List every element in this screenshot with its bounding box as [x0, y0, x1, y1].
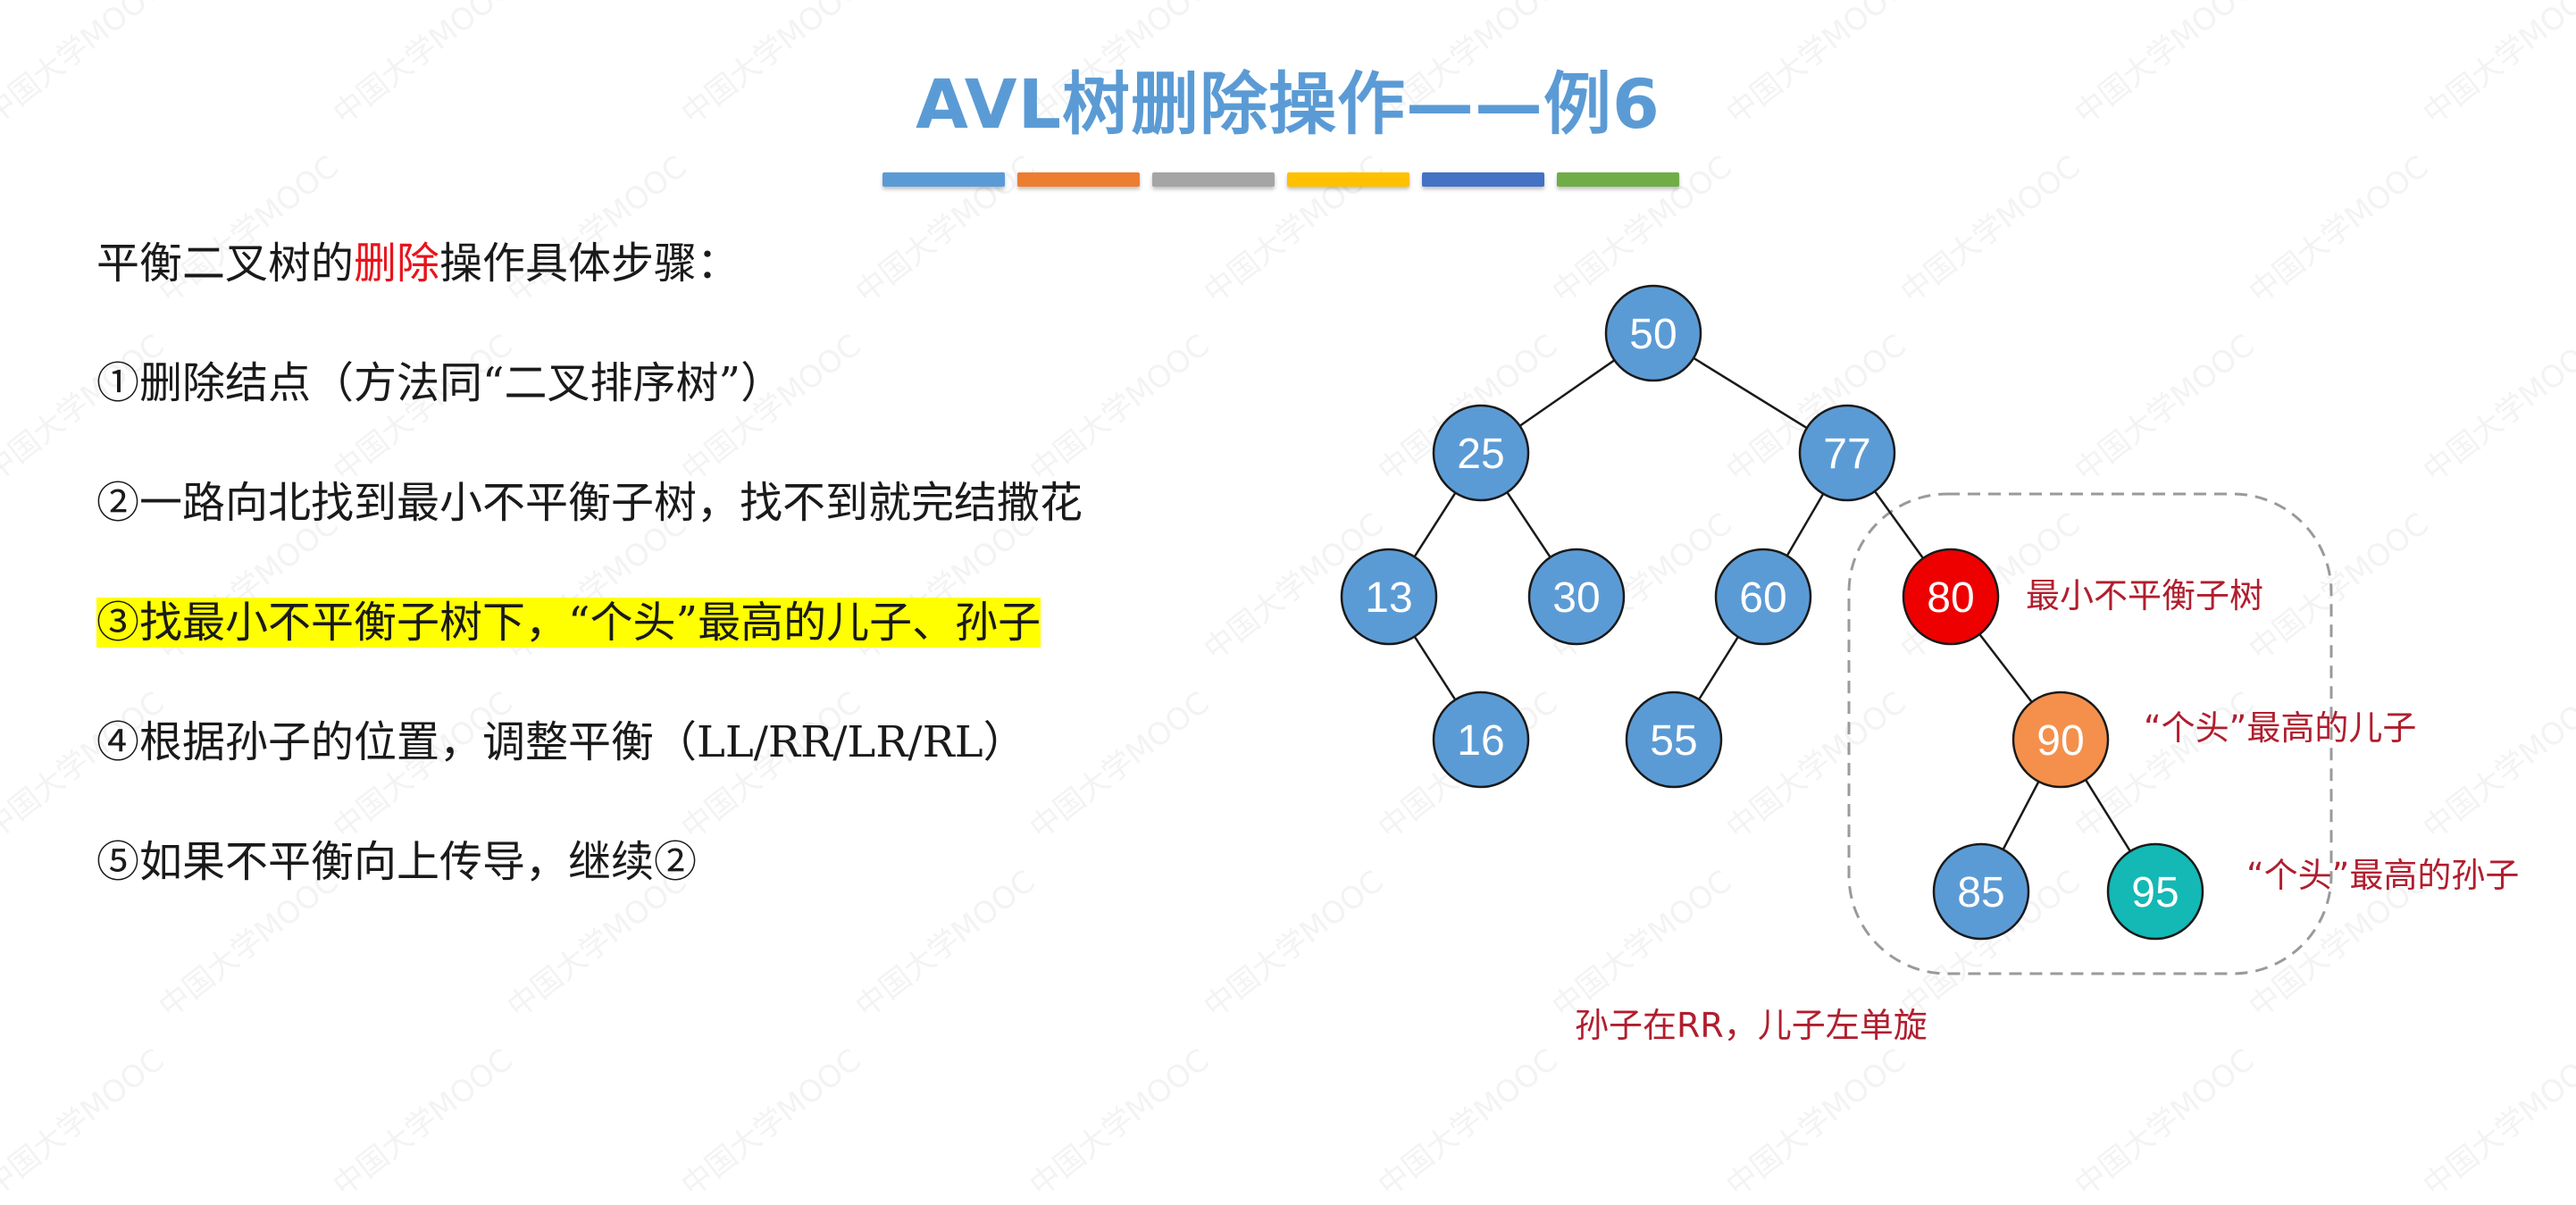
tree-node-50: 50 [1604, 284, 1702, 382]
tree-node-60: 60 [1714, 548, 1812, 646]
tree-node-label: 50 [1629, 311, 1677, 358]
slide: 中国大学MOOC 中国大学MOOC 中国大学MOOC 中国大学MOOC 中国大学MOOC… [0, 0, 2576, 1204]
tree-node-55: 55 [1625, 690, 1723, 789]
annotation-tallest-son: “个头”最高的儿子 [2144, 708, 2417, 748]
tree-node-77: 77 [1798, 404, 1896, 502]
annotation-tallest-grandson: “个头”最高的孙子 [2246, 856, 2520, 895]
tree-node-label: 25 [1457, 431, 1504, 478]
tree-node-label: 95 [2131, 869, 2179, 916]
tree-node-85: 85 [1932, 842, 2030, 941]
tree-node-label: 77 [1823, 431, 1870, 478]
tree-node-95: 95 [2106, 842, 2204, 941]
tree-node-label: 60 [1739, 574, 1786, 622]
tree-node-16: 16 [1432, 690, 1530, 789]
tree-node-25: 25 [1432, 404, 1530, 502]
tree-node-label: 55 [1650, 717, 1697, 765]
tree-node-label: 90 [2037, 717, 2084, 765]
tree-node-label: 85 [1957, 869, 2004, 916]
tree-node-label: 16 [1457, 717, 1504, 765]
annotation-unbalanced-subtree: 最小不平衡子树 [2026, 576, 2264, 615]
annotation-rotation-rule: 孙子在RR，儿子左单旋 [1575, 1006, 1928, 1045]
tree-node-90: 90 [2011, 690, 2110, 789]
tree-node-label: 80 [1927, 574, 1974, 622]
tree-node-30: 30 [1527, 548, 1626, 646]
tree-node-80: 80 [1902, 548, 2000, 646]
tree-node-label: 30 [1552, 574, 1600, 622]
tree-node-13: 13 [1340, 548, 1438, 646]
tree-node-label: 13 [1365, 574, 1412, 622]
